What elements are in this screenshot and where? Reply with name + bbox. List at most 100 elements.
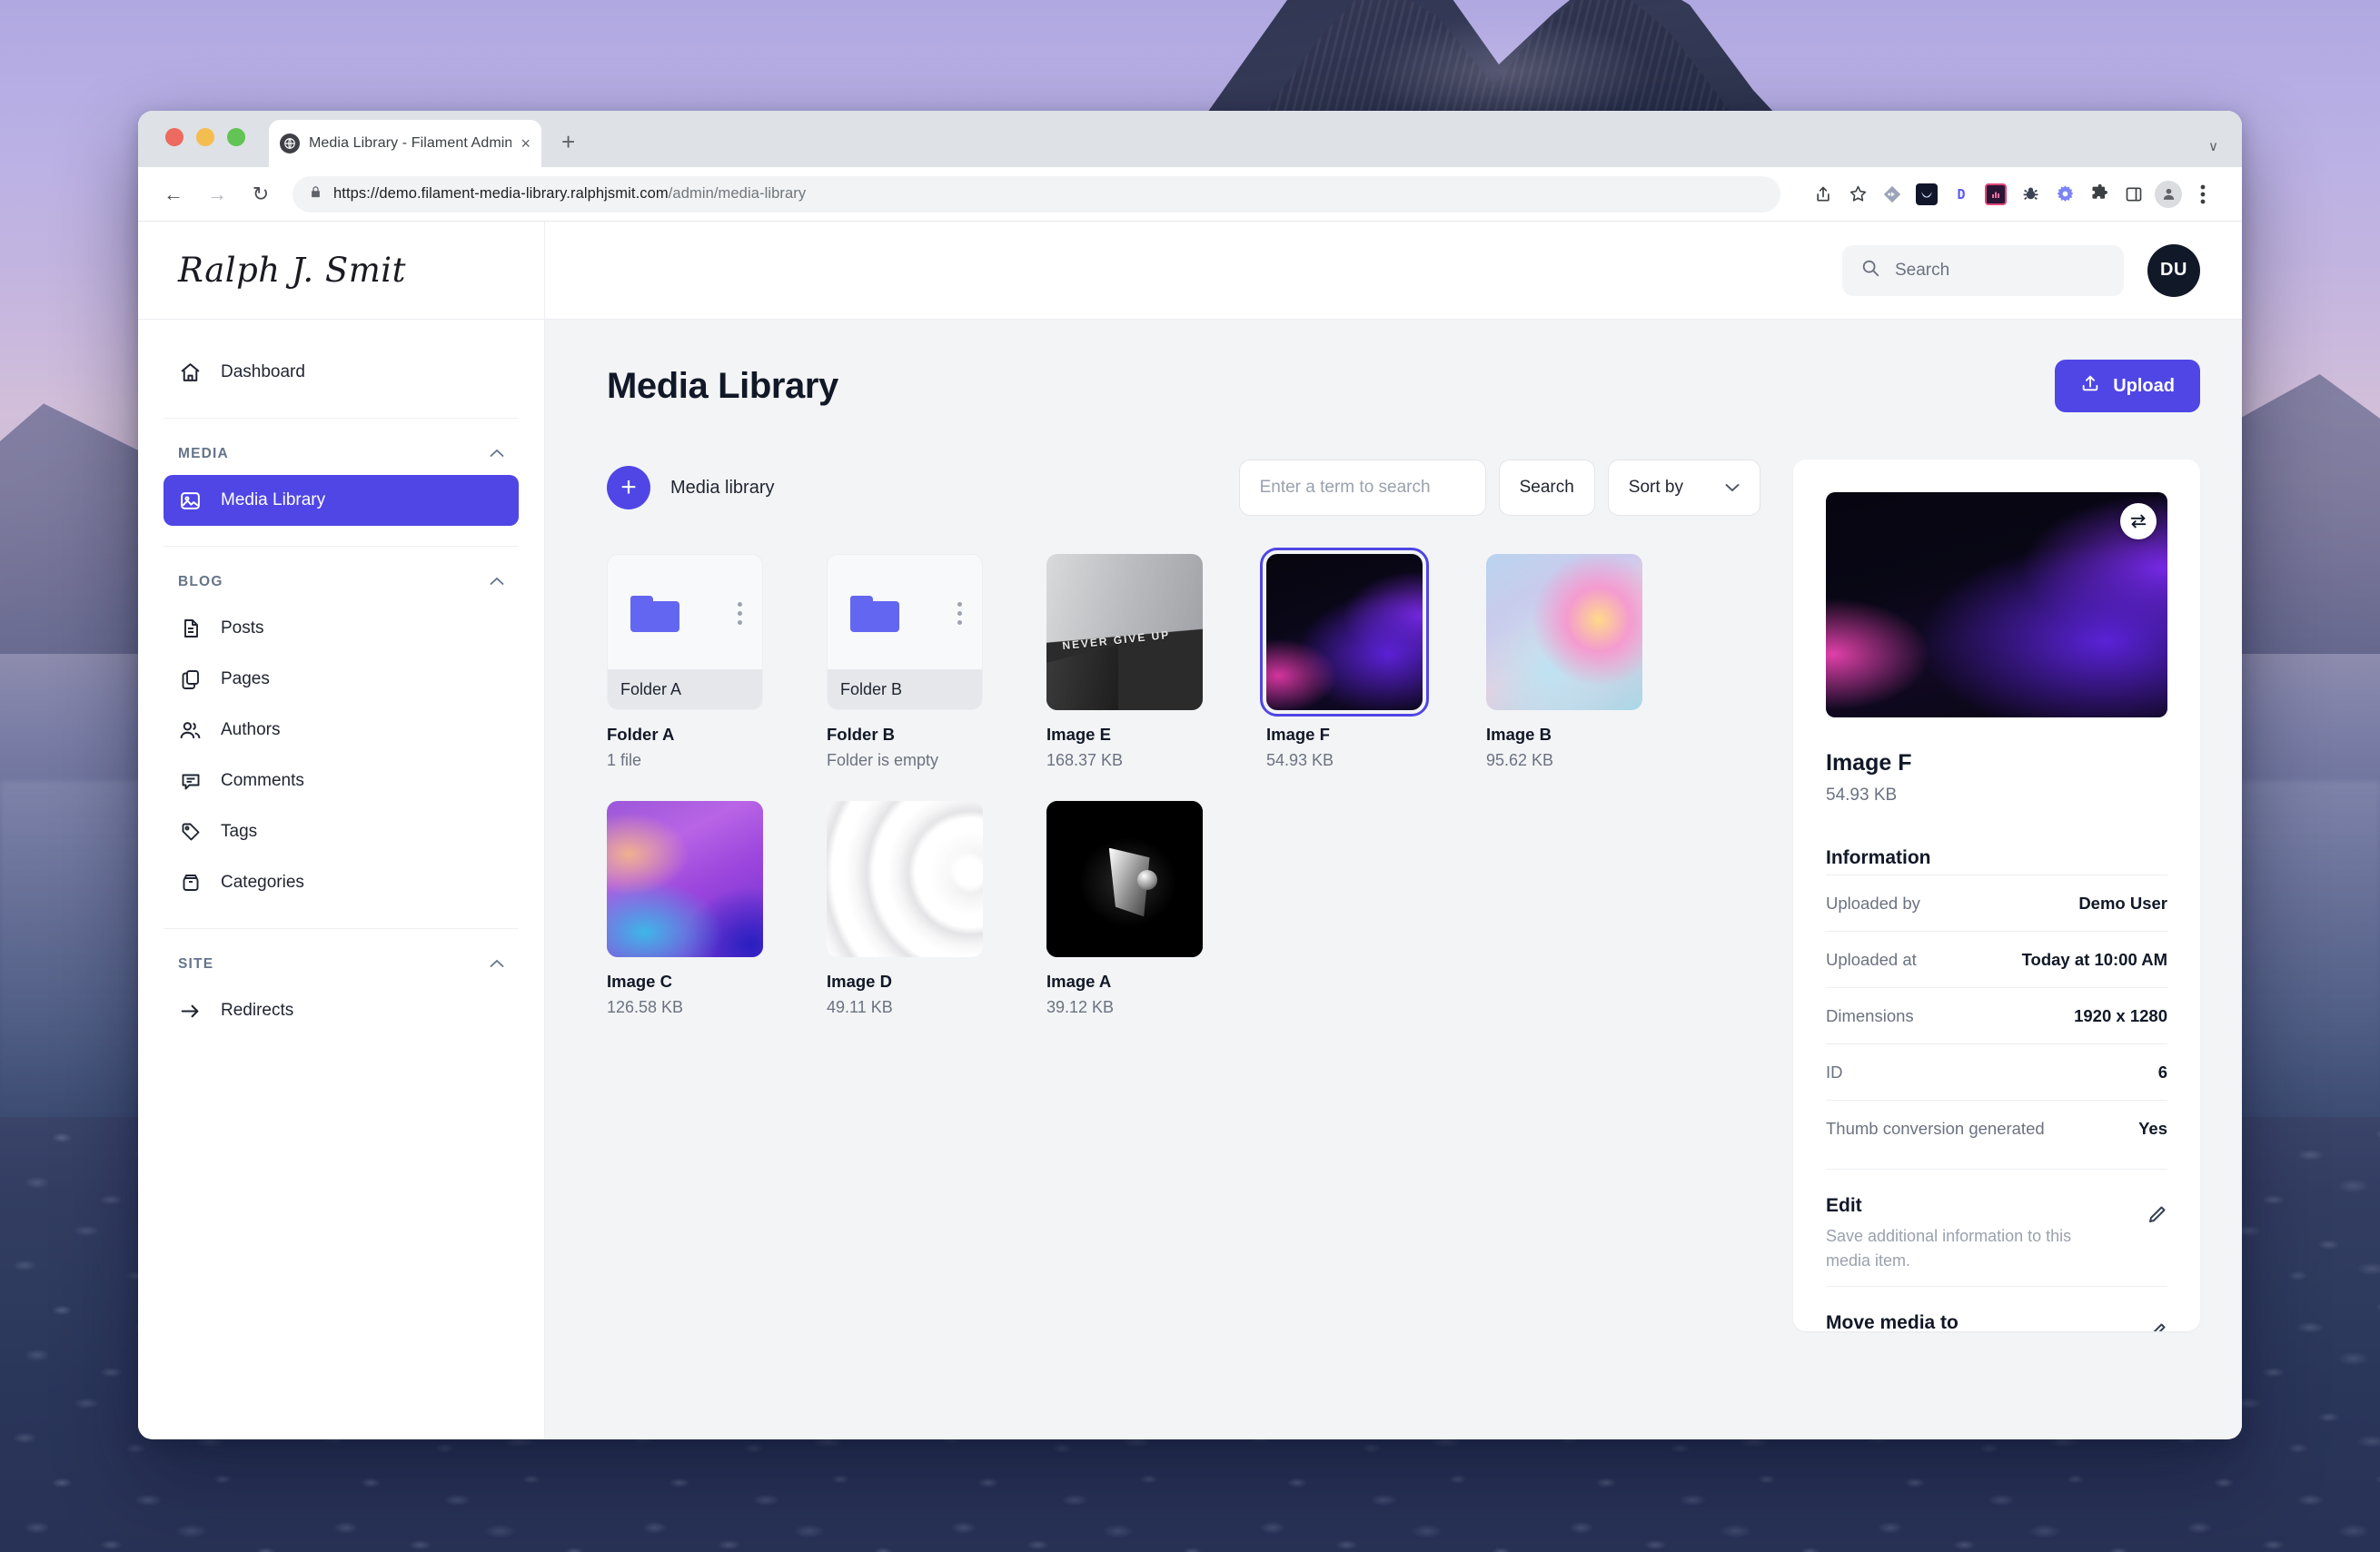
- nav-section-title: MEDIA: [178, 446, 229, 461]
- folder-menu-icon[interactable]: [957, 602, 962, 625]
- sidebar-item-pages[interactable]: Pages: [164, 654, 519, 705]
- search-button[interactable]: Search: [1498, 460, 1595, 516]
- chart-extension-icon[interactable]: [1980, 179, 2011, 210]
- grid-item-image-c[interactable]: Image C 126.58 KB: [607, 801, 763, 1017]
- brand-logo[interactable]: Ralph J. Smit: [138, 222, 544, 320]
- chevron-up-icon[interactable]: [490, 446, 504, 462]
- breadcrumb: + Media library: [607, 466, 774, 509]
- chevron-up-icon[interactable]: [490, 956, 504, 973]
- dark-square-extension-icon[interactable]: [1911, 179, 1942, 210]
- lock-icon: [309, 184, 322, 204]
- upload-button-label: Upload: [2113, 375, 2175, 396]
- detail-row-key: Uploaded by: [1826, 893, 1920, 913]
- grid-item-caption: Image B 95.62 KB: [1486, 725, 1642, 770]
- folder-thumbnail[interactable]: Folder B: [827, 554, 983, 710]
- pencil-icon[interactable]: [2146, 1321, 2167, 1331]
- grid-item-name: Image E: [1046, 725, 1111, 744]
- media-thumbnail[interactable]: [607, 801, 763, 957]
- side-panel-icon[interactable]: [2118, 179, 2149, 210]
- minimize-window-button[interactable]: [196, 128, 214, 146]
- maximize-window-button[interactable]: [227, 128, 245, 146]
- bookmark-star-icon[interactable]: [1842, 179, 1873, 210]
- grid-item-image-d[interactable]: Image D 49.11 KB: [827, 801, 983, 1017]
- reload-button[interactable]: ↻: [249, 183, 273, 206]
- grid-item-image-b[interactable]: Image B 95.62 KB: [1486, 554, 1642, 770]
- grid-item-sub: 49.11 KB: [827, 998, 893, 1016]
- sidebar-item-posts[interactable]: Posts: [164, 603, 519, 654]
- profile-avatar-icon[interactable]: [2153, 179, 2184, 210]
- nav-section-header-media[interactable]: MEDIA: [164, 446, 519, 475]
- arrow-right-icon: [178, 999, 203, 1023]
- close-icon[interactable]: ×: [521, 135, 531, 152]
- grid-item-image-e[interactable]: NEVER GIVE UP Image E 168.37 KB: [1046, 554, 1203, 770]
- folder-menu-icon[interactable]: [738, 602, 742, 625]
- media-thumbnail-selected[interactable]: [1260, 548, 1429, 717]
- sidebar-item-tags[interactable]: Tags: [164, 806, 519, 857]
- pencil-icon[interactable]: [2146, 1204, 2167, 1231]
- media-thumbnail[interactable]: NEVER GIVE UP: [1046, 554, 1203, 710]
- grid-item-name: Image B: [1486, 725, 1552, 744]
- media-thumbnail[interactable]: [827, 801, 983, 957]
- grid-item-sub: 39.12 KB: [1046, 998, 1115, 1016]
- nav-section-site: SITE Redirects: [164, 928, 519, 1056]
- page-title: Media Library: [607, 365, 838, 406]
- avatar[interactable]: DU: [2147, 243, 2200, 297]
- grid-item-folder-b[interactable]: Folder B Folder B Folder is empty: [827, 554, 983, 770]
- grid-item-name: Image C: [607, 972, 672, 991]
- chevron-down-icon[interactable]: ∨: [2208, 138, 2218, 154]
- sidebar-item-categories[interactable]: Categories: [164, 857, 519, 908]
- sidebar-item-redirects[interactable]: Redirects: [164, 985, 519, 1036]
- media-thumbnail[interactable]: [1046, 801, 1203, 957]
- back-button[interactable]: ←: [162, 183, 185, 206]
- global-search-input[interactable]: Search: [1842, 244, 2124, 296]
- sidebar-item-label: Pages: [221, 669, 270, 688]
- sidebar-item-label: Comments: [221, 771, 304, 790]
- grid-item-sub: 126.58 KB: [607, 998, 684, 1016]
- grid-item-name: Image A: [1046, 972, 1112, 991]
- browser-tab[interactable]: Media Library - Filament Admin ×: [269, 120, 541, 167]
- forward-button[interactable]: →: [205, 183, 229, 206]
- folder-strip-label: Folder B: [828, 669, 982, 709]
- gear-extension-icon[interactable]: [2049, 179, 2080, 210]
- library-tools: Enter a term to search Search Sort by: [1238, 460, 1760, 516]
- image-icon: [178, 489, 203, 513]
- diamond-extension-icon[interactable]: [1877, 179, 1908, 210]
- sidebar-item-comments[interactable]: Comments: [164, 756, 519, 806]
- grid-item-name: Image D: [827, 972, 892, 991]
- thumbnail-art: [1046, 801, 1203, 957]
- search-input[interactable]: Enter a term to search: [1238, 460, 1486, 516]
- media-thumbnail[interactable]: [1486, 554, 1642, 710]
- breadcrumb-label[interactable]: Media library: [670, 478, 774, 499]
- three-dot-menu-icon[interactable]: [2187, 179, 2218, 210]
- grid-item-folder-a[interactable]: Folder A Folder A 1 file: [607, 554, 763, 770]
- puzzle-piece-icon[interactable]: [2084, 179, 2115, 210]
- sort-by-select[interactable]: Sort by: [1607, 460, 1760, 516]
- sidebar-item-dashboard[interactable]: Dashboard: [164, 347, 519, 398]
- nav-section-header-site[interactable]: SITE: [164, 956, 519, 985]
- grid-item-sub: 95.62 KB: [1486, 751, 1554, 769]
- detail-move-block[interactable]: Move media to Currently in root folder: [1826, 1286, 2167, 1331]
- add-folder-button[interactable]: +: [607, 466, 650, 509]
- upload-button[interactable]: Upload: [2055, 360, 2200, 412]
- address-bar[interactable]: https://demo.filament-media-library.ralp…: [293, 175, 1780, 213]
- bug-extension-icon[interactable]: [2015, 179, 2046, 210]
- nav-section-title: BLOG: [178, 574, 223, 589]
- nav-section-header-blog[interactable]: BLOG: [164, 574, 519, 603]
- new-tab-button[interactable]: +: [561, 128, 575, 167]
- letter-d-extension-icon[interactable]: D: [1946, 179, 1977, 210]
- grid-item-image-f[interactable]: Image F 54.93 KB: [1260, 548, 1429, 770]
- nav-section-blog: BLOG Posts Pages Authors Comments Tags C…: [164, 546, 519, 928]
- chevron-up-icon[interactable]: [490, 574, 504, 590]
- media-preview[interactable]: [1826, 492, 2167, 717]
- sidebar-item-authors[interactable]: Authors: [164, 705, 519, 756]
- detail-edit-block[interactable]: Edit Save additional information to this…: [1826, 1169, 2167, 1273]
- detail-row-thumb-conversion: Thumb conversion generated Yes: [1826, 1100, 2167, 1156]
- tag-icon: [178, 820, 203, 845]
- folder-thumbnail[interactable]: Folder A: [607, 554, 763, 710]
- grid-item-image-a[interactable]: Image A 39.12 KB: [1046, 801, 1203, 1017]
- share-icon[interactable]: [1808, 179, 1839, 210]
- sidebar-item-media-library[interactable]: Media Library: [164, 475, 519, 526]
- close-window-button[interactable]: [165, 128, 183, 146]
- folder-strip-label: Folder A: [608, 669, 762, 709]
- swap-arrows-icon[interactable]: [2120, 503, 2157, 539]
